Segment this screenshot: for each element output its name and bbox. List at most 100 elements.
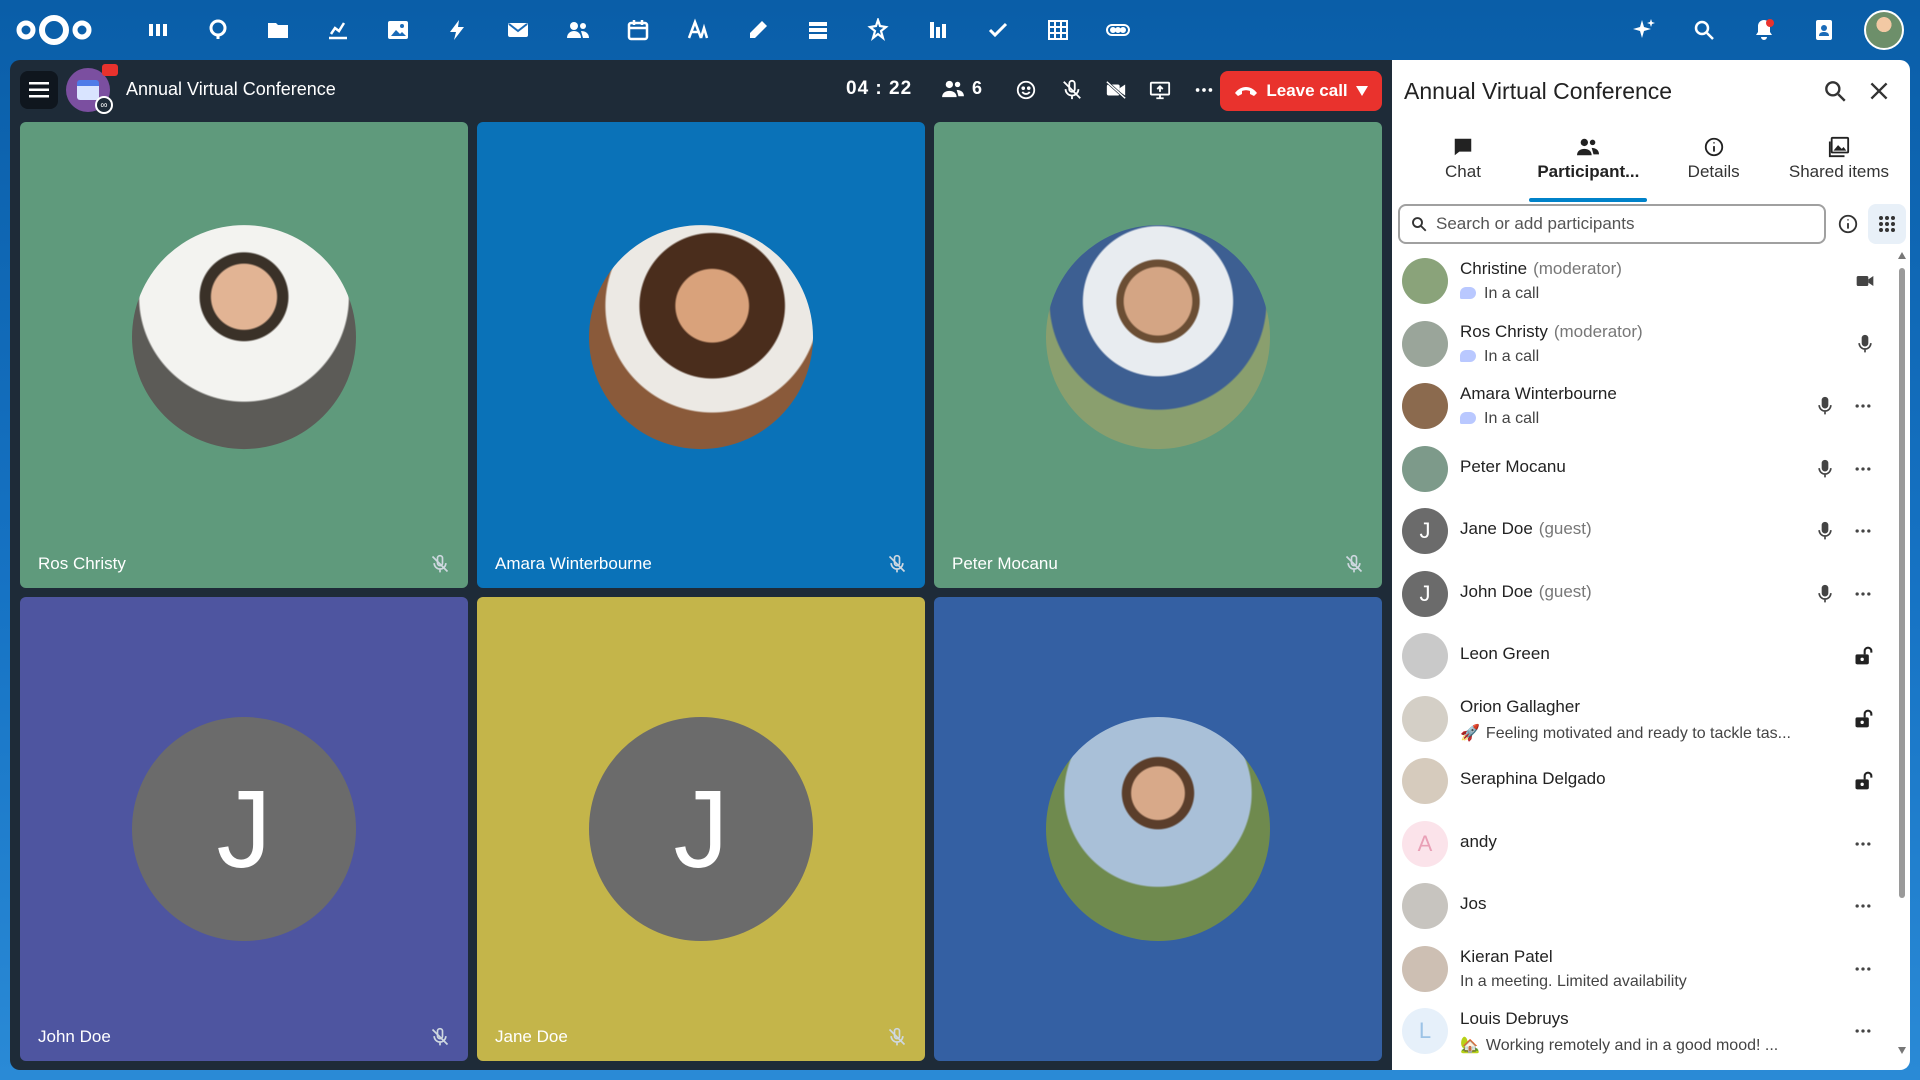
analytics-icon[interactable]: [908, 12, 968, 48]
tab-details[interactable]: Details: [1655, 132, 1773, 196]
participant-avatar[interactable]: [1402, 633, 1448, 679]
tasks-icon[interactable]: [968, 12, 1028, 48]
dialpad-button[interactable]: [1868, 204, 1906, 244]
participant-row[interactable]: J John Doe (guest): [1392, 561, 1892, 624]
video-tile-jane-doe[interactable]: J Jane Doe: [477, 597, 925, 1061]
files-icon[interactable]: [248, 12, 308, 48]
video-tile-self[interactable]: [934, 597, 1382, 1061]
participant-row[interactable]: Ros Christy (moderator) In a call: [1392, 311, 1892, 374]
scroll-up-arrow-icon[interactable]: [1898, 252, 1906, 259]
participant-more-button[interactable]: [1850, 831, 1876, 857]
reaction-button[interactable]: [1010, 74, 1042, 106]
contacts-icon[interactable]: [548, 12, 608, 48]
participant-avatar[interactable]: [1402, 945, 1448, 992]
participant-more-button[interactable]: [1850, 956, 1876, 982]
participants-count-button[interactable]: 6: [942, 78, 982, 99]
close-icon[interactable]: [1866, 78, 1892, 104]
participant-avatar[interactable]: A: [1402, 820, 1448, 867]
participant-avatar[interactable]: J: [1402, 508, 1448, 554]
contacts-menu-icon[interactable]: [1794, 12, 1854, 48]
sidebar-title: Annual Virtual Conference: [1404, 78, 1673, 104]
participant-row[interactable]: Seraphina Delgado: [1392, 748, 1892, 811]
chat-bubble-icon: [1460, 287, 1476, 299]
participant-row[interactable]: Jos: [1392, 873, 1892, 936]
participant-avatar[interactable]: [1402, 695, 1448, 742]
user-avatar[interactable]: [1864, 10, 1904, 50]
tables-icon[interactable]: [1028, 12, 1088, 48]
menu-button[interactable]: [20, 71, 58, 109]
participant-row[interactable]: Amara Winterbourne In a call: [1392, 373, 1892, 436]
tab-participants[interactable]: Participant...: [1529, 132, 1648, 202]
search-icon[interactable]: [1674, 12, 1734, 48]
participant-permissions-button[interactable]: [1850, 768, 1876, 794]
participant-row[interactable]: Kieran Patel In a meeting. Limited availa…: [1392, 936, 1892, 999]
participant-row[interactable]: L Louis Debruys 🏡 Working remotely and in a…: [1392, 998, 1892, 1061]
participant-search[interactable]: [1398, 204, 1826, 244]
nextcloud-logo[interactable]: [16, 14, 92, 46]
participant-avatar[interactable]: [1402, 883, 1448, 929]
scrollbar-thumb[interactable]: [1899, 268, 1905, 898]
dashboard-icon[interactable]: [128, 12, 188, 48]
mic-icon: [1818, 396, 1832, 415]
tab-shared-items[interactable]: Shared items: [1780, 132, 1898, 196]
participant-more-button[interactable]: [1850, 581, 1876, 607]
participant-role: (guest): [1538, 581, 1592, 601]
share-screen-button[interactable]: [1144, 74, 1176, 106]
tab-chat[interactable]: Chat: [1404, 132, 1522, 196]
video-tile-john-doe[interactable]: J John Doe: [20, 597, 468, 1061]
more-actions-button[interactable]: [1188, 74, 1220, 106]
notifications-icon[interactable]: [1734, 12, 1794, 48]
video-tile-ros-christy[interactable]: Ros Christy: [20, 122, 468, 588]
participant-row[interactable]: J Jane Doe (guest): [1392, 498, 1892, 561]
participant-photo: [1046, 717, 1270, 941]
leave-call-button[interactable]: Leave call: [1220, 71, 1382, 111]
participant-avatar[interactable]: L: [1402, 1008, 1448, 1054]
participant-avatar[interactable]: [1402, 383, 1448, 429]
participant-row[interactable]: Orion Gallagher 🚀 Feeling motivated and re…: [1392, 686, 1892, 749]
participant-name: andy: [1460, 831, 1497, 851]
text-icon[interactable]: [668, 12, 728, 48]
participant-avatar[interactable]: [1402, 258, 1448, 304]
call-top-bar: ∞ Annual Virtual Conference 04 : 22 6 Le…: [10, 60, 1392, 120]
participant-mic-status: [1812, 581, 1838, 607]
participant-row[interactable]: Aandy: [1392, 811, 1892, 874]
more-icon: [1855, 404, 1871, 408]
video-toggle-button[interactable]: [1100, 74, 1132, 106]
video-tile-amara-winterbourne[interactable]: Amara Winterbourne: [477, 122, 925, 588]
participant-row[interactable]: Christine (moderator) In a call: [1392, 248, 1892, 311]
participant-more-button[interactable]: [1850, 1018, 1876, 1044]
participant-list-scrollbar[interactable]: [1898, 248, 1906, 1058]
scroll-down-arrow-icon[interactable]: [1898, 1047, 1906, 1054]
participant-photo: [1046, 225, 1270, 450]
search-icon[interactable]: [1822, 78, 1848, 104]
search-info-button[interactable]: [1832, 208, 1864, 240]
participant-more-button[interactable]: [1850, 393, 1876, 419]
search-input[interactable]: [1436, 214, 1806, 234]
participant-avatar[interactable]: [1402, 320, 1448, 367]
photos-icon[interactable]: [368, 12, 428, 48]
participant-permissions-button[interactable]: [1850, 643, 1876, 669]
deck-icon[interactable]: [788, 12, 848, 48]
participant-row[interactable]: Leon Green: [1392, 623, 1892, 686]
participant-avatar[interactable]: [1402, 758, 1448, 804]
sparkle-icon[interactable]: [1614, 12, 1674, 48]
assistant-icon[interactable]: [848, 12, 908, 48]
chat-icon: [1454, 138, 1472, 156]
participant-avatar[interactable]: J: [1402, 570, 1448, 617]
participant-more-button[interactable]: [1850, 456, 1876, 482]
video-tile-peter-mocanu[interactable]: Peter Mocanu: [934, 122, 1382, 588]
flash-icon[interactable]: [428, 12, 488, 48]
talk-icon[interactable]: [188, 12, 248, 48]
ocs-icon[interactable]: [1088, 12, 1148, 48]
tile-name: Ros Christy: [38, 554, 126, 573]
participant-more-button[interactable]: [1850, 893, 1876, 919]
participant-row[interactable]: Peter Mocanu: [1392, 436, 1892, 499]
participant-permissions-button[interactable]: [1850, 706, 1876, 732]
participant-avatar[interactable]: [1402, 445, 1448, 492]
notes-icon[interactable]: [728, 12, 788, 48]
mute-button[interactable]: [1056, 74, 1088, 106]
activity-icon[interactable]: [308, 12, 368, 48]
calendar-icon[interactable]: [608, 12, 668, 48]
participant-more-button[interactable]: [1850, 518, 1876, 544]
mail-icon[interactable]: [488, 12, 548, 48]
